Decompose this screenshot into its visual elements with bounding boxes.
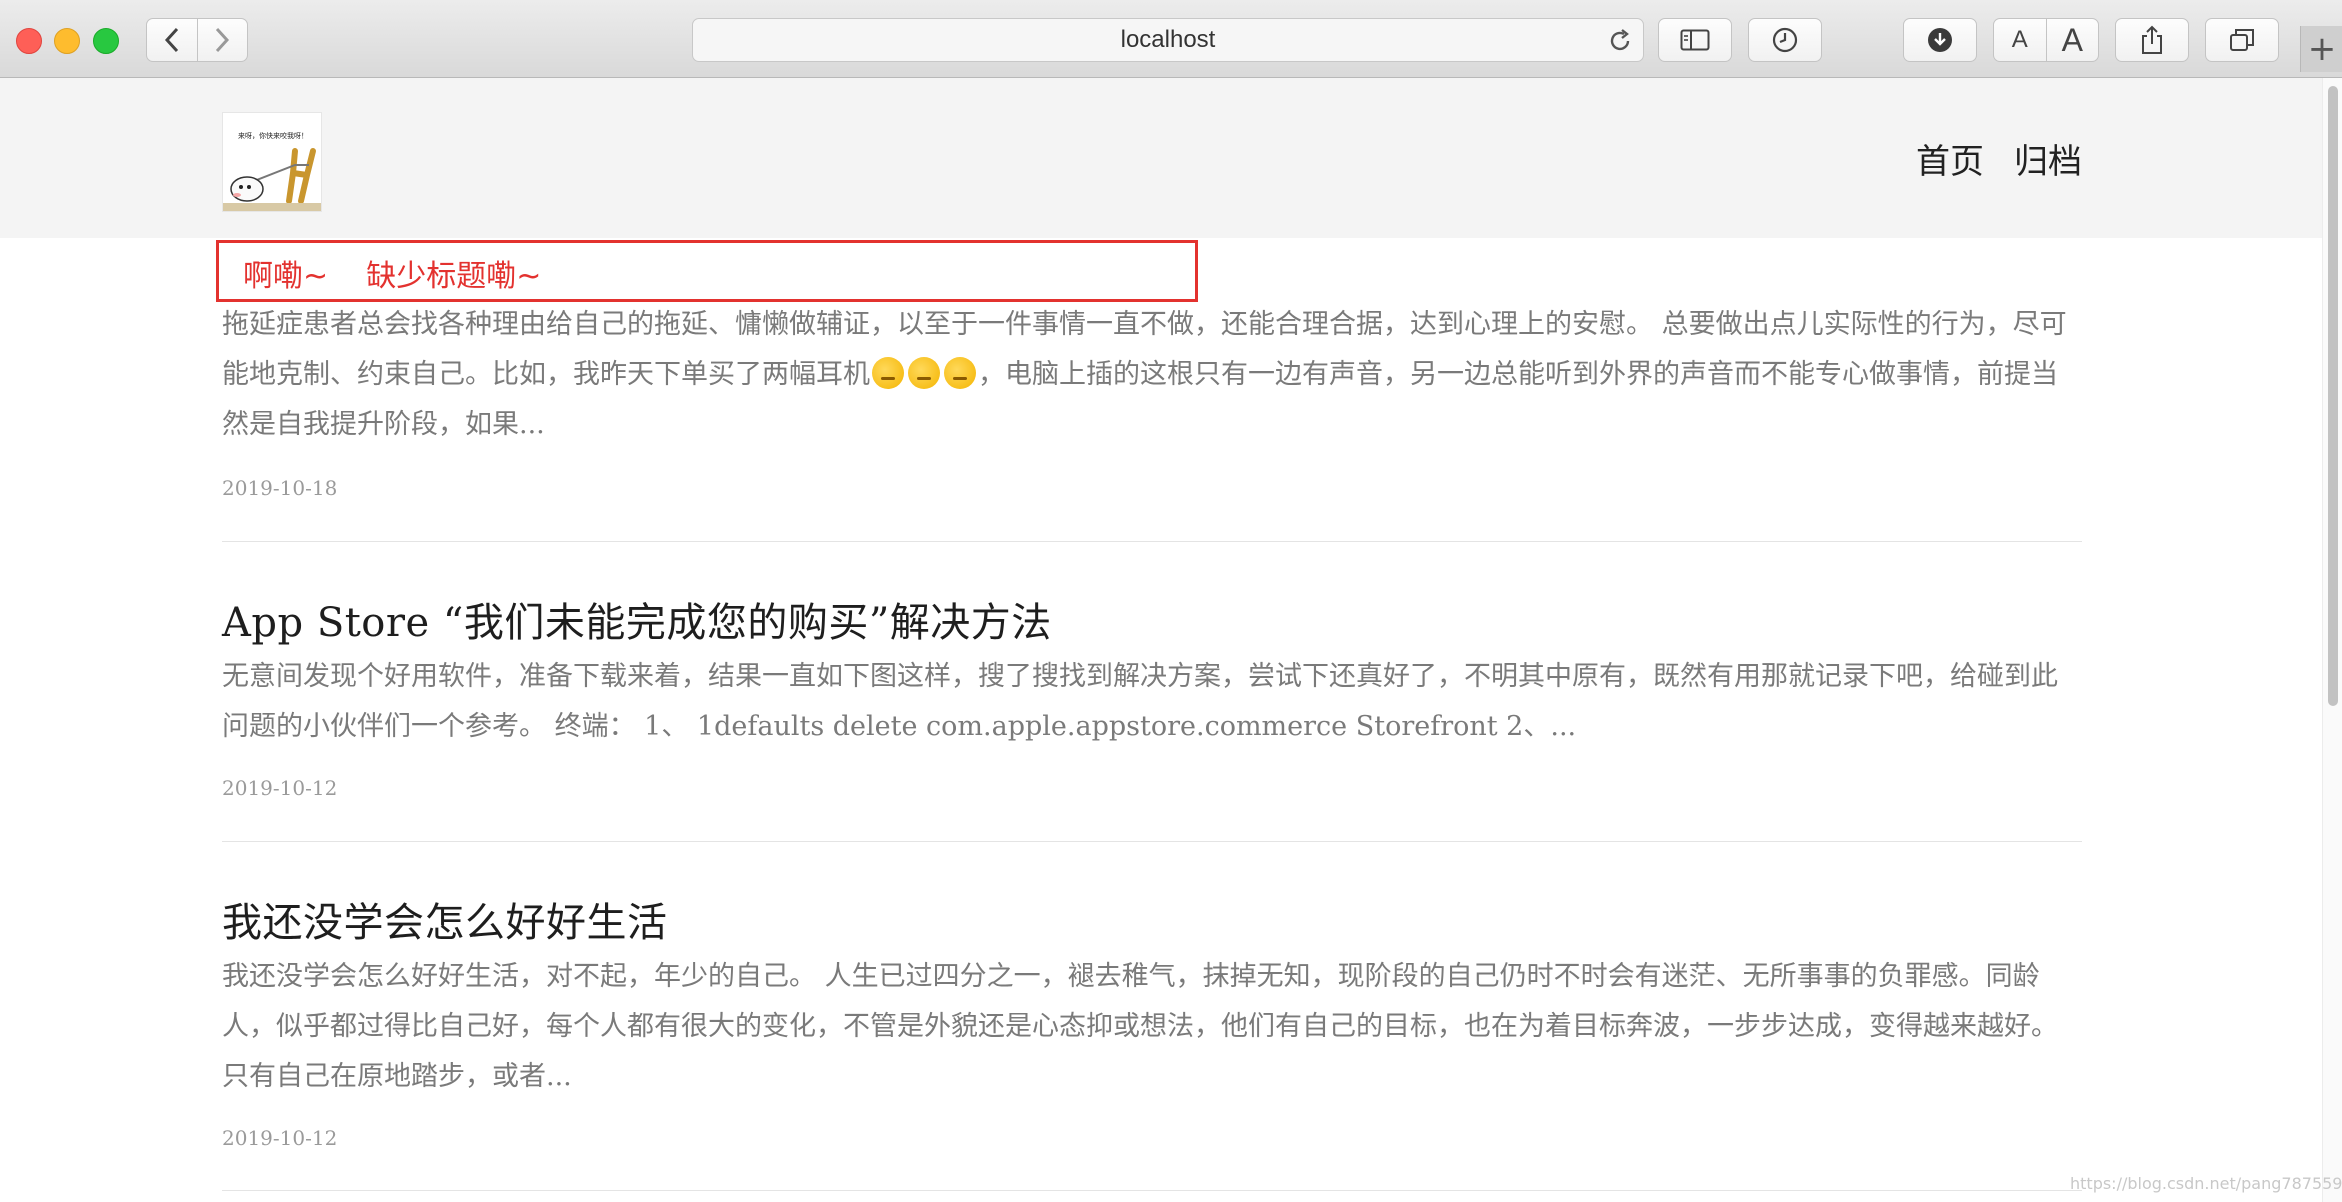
nav-home-link[interactable]: 首页: [1916, 134, 1984, 183]
share-icon: [2142, 25, 2162, 54]
history-nav: [146, 18, 248, 62]
url-text: localhost: [1120, 26, 1216, 53]
sidebar-button[interactable]: [1658, 18, 1732, 62]
new-tab-button[interactable]: +: [2300, 26, 2342, 72]
clock-icon: [1772, 27, 1798, 53]
history-button[interactable]: [1748, 18, 1822, 62]
chevron-left-icon: [164, 27, 178, 53]
plus-icon: +: [2307, 29, 2337, 69]
download-icon: [1928, 28, 1952, 52]
watermark: https://blog.csdn.net/pang787559613: [2070, 1174, 2342, 1193]
share-button[interactable]: [2115, 18, 2189, 62]
forward-button[interactable]: [196, 19, 248, 61]
post-item[interactable]: App Store “我们未能完成您的购买”解决方法 无意间发现个好用软件，准备…: [222, 590, 2082, 800]
minimize-window-button[interactable]: [54, 28, 80, 54]
post-title[interactable]: App Store “我们未能完成您的购买”解决方法: [222, 590, 2082, 648]
text-size-group: A A: [1993, 18, 2099, 62]
zoom-window-button[interactable]: [93, 28, 119, 54]
page-scrollbar[interactable]: [2322, 78, 2342, 1202]
post-excerpt: 无意间发现个好用软件，准备下载来着，结果一直如下图这样，搜了搜找到解决方案，尝试…: [222, 661, 2058, 742]
cartoon-slingshot-icon: [223, 148, 321, 211]
thinking-face-emoji-icon: [944, 357, 976, 389]
chevron-right-icon: [216, 27, 230, 53]
address-bar[interactable]: localhost: [692, 18, 1644, 62]
nav-archive-link[interactable]: 归档: [2014, 134, 2082, 183]
post-excerpt: 我还没学会怎么好好生活，对不起，年少的自己。 人生已过四分之一，褪去稚气，抹掉无…: [222, 961, 2058, 1092]
tabs-icon: [2230, 29, 2254, 51]
text-smaller-button[interactable]: A: [1994, 19, 2046, 61]
post-divider: [222, 1190, 2082, 1191]
post-divider: [222, 541, 2082, 542]
post-divider: [222, 841, 2082, 842]
sidebar-icon: [1680, 29, 1710, 51]
tab-overview-button[interactable]: [2205, 18, 2279, 62]
site-header: 来呀，你快来咬我呀！ 首页 归档: [0, 78, 2322, 238]
site-nav: 首页 归档: [1916, 134, 2082, 183]
browser-toolbar: localhost A A +: [0, 0, 2342, 78]
post-date: 2019-10-12: [222, 776, 338, 800]
downloads-button[interactable]: [1903, 18, 1977, 62]
post-title[interactable]: 我还没学会怎么好好生活: [222, 890, 2082, 948]
close-window-button[interactable]: [16, 28, 42, 54]
post-date: 2019-10-18: [222, 476, 338, 500]
text-larger-button[interactable]: A: [2045, 19, 2099, 61]
post-item[interactable]: 拖延症患者总会找各种理由给自己的拖延、慵懒做辅证，以至于一件事情一直不做，还能合…: [222, 300, 2082, 500]
post-excerpt: 拖延症患者总会找各种理由给自己的拖延、慵懒做辅证，以至于一件事情一直不做，还能合…: [222, 300, 2082, 450]
missing-title-annotation: 啊嘞~ 缺少标题嘞~: [243, 259, 542, 294]
back-button[interactable]: [147, 19, 197, 61]
missing-title-highlight: 啊嘞~ 缺少标题嘞~: [216, 240, 1198, 302]
reload-icon[interactable]: [1607, 28, 1633, 54]
site-logo[interactable]: 来呀，你快来咬我呀！: [222, 112, 322, 212]
thinking-face-emoji-icon: [908, 357, 940, 389]
scrollbar-thumb[interactable]: [2328, 86, 2338, 706]
post-date: 2019-10-12: [222, 1126, 338, 1150]
post-item[interactable]: 我还没学会怎么好好生活 我还没学会怎么好好生活，对不起，年少的自己。 人生已过四…: [222, 890, 2082, 1150]
thinking-face-emoji-icon: [872, 357, 904, 389]
